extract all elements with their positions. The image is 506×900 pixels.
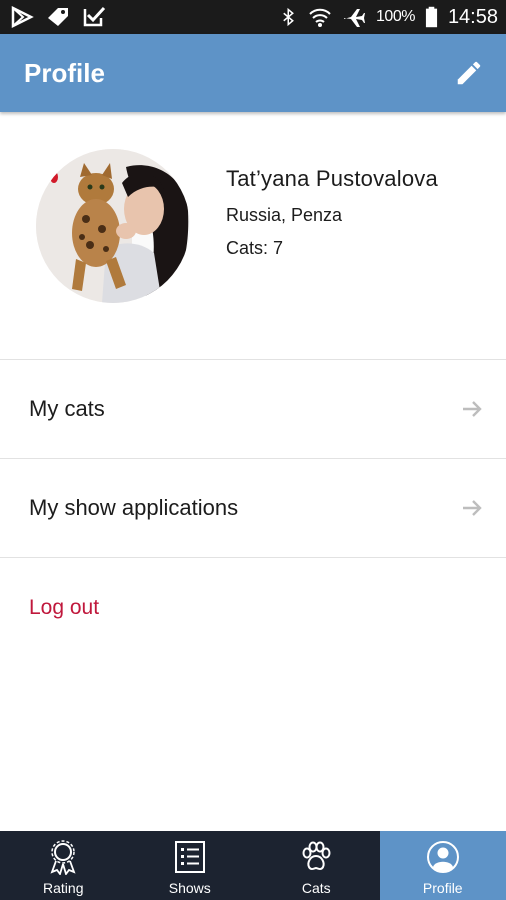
page-title: Profile [24, 58, 105, 88]
nav-label: Cats [301, 880, 331, 896]
play-store-icon [11, 6, 34, 28]
pencil-icon [457, 61, 481, 85]
nav-label: Rating [43, 880, 84, 896]
profile-cats-count: Cats: 7 [226, 238, 284, 258]
nav-label: Shows [168, 880, 211, 896]
status-notifications [10, 6, 106, 28]
tag-icon [48, 8, 68, 26]
edit-profile-button[interactable] [450, 54, 488, 92]
nav-label: Profile [422, 880, 463, 896]
profile-header: Tat’yana Pustovalova Russia, Penza Cats:… [0, 112, 506, 360]
bottom-navigation: Rating Shows Cats Profile [0, 831, 506, 900]
battery-percent: 100% [376, 8, 415, 25]
menu-item-my-cats[interactable]: My cats [0, 360, 506, 458]
avatar [36, 149, 190, 303]
divider [0, 557, 506, 558]
person-icon [426, 841, 459, 873]
airplane-icon [344, 9, 366, 27]
checkbox-icon [83, 6, 106, 27]
nav-item-cats[interactable]: Cats [253, 831, 380, 900]
menu-item-label: My cats [29, 396, 105, 421]
status-bar: 100% 14:58 [0, 0, 506, 34]
profile-location: Russia, Penza [226, 205, 343, 225]
list-icon [174, 841, 205, 873]
nav-item-profile[interactable]: Profile [379, 831, 506, 900]
nav-item-shows[interactable]: Shows [127, 831, 254, 900]
paw-icon [302, 841, 331, 871]
bluetooth-icon [283, 7, 294, 27]
avatar-photo-icon [36, 149, 190, 303]
wifi-icon [309, 8, 331, 27]
app-bar: Profile [0, 34, 506, 112]
clock: 14:58 [447, 5, 498, 28]
logout-button[interactable]: Log out [29, 596, 99, 620]
menu-item-label: My show applications [29, 495, 239, 520]
ribbon-award-icon [50, 840, 76, 875]
status-system: 100% 14:58 [280, 0, 498, 34]
arrow-right-icon [463, 401, 482, 417]
arrow-right-icon [463, 500, 482, 516]
nav-item-rating[interactable]: Rating [0, 831, 127, 900]
battery-icon [425, 6, 438, 28]
profile-name: Tat’yana Pustovalova [226, 166, 438, 191]
menu-item-my-show-applications[interactable]: My show applications [0, 459, 506, 557]
